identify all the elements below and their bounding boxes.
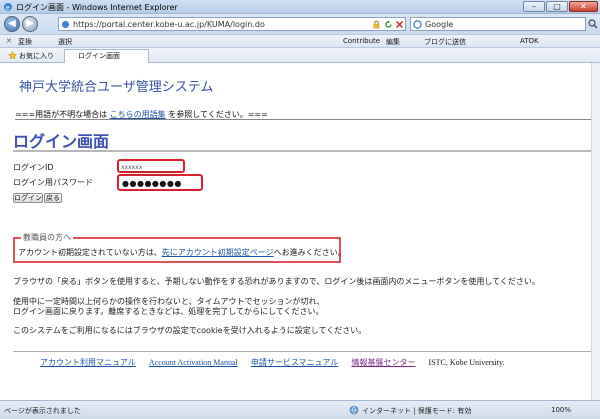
minimize-button[interactable]: – — [523, 1, 545, 12]
footer: アカウント利用マニュアル Account Activation Manual 申… — [40, 357, 504, 368]
staff-notice-text: アカウント初期設定されていない方は、先にアカウント初期設定ページへお進みください… — [18, 247, 346, 258]
svg-text:e: e — [6, 4, 10, 12]
window-title: ログイン画面 - Windows Internet Explorer — [16, 3, 178, 12]
back-button-warning: ブラウザの「戻る」ボタンを使用すると、予期しない動作をする恐れがありますので、ロ… — [13, 277, 540, 286]
site-title: 神戸大学統合ユーザ管理システム — [19, 80, 214, 95]
page-title: ログイン画面 — [13, 132, 110, 151]
password-field-highlight — [117, 174, 203, 191]
divider — [13, 150, 591, 152]
footer-divider — [13, 351, 591, 352]
toolbar-select[interactable]: 選択 — [58, 37, 72, 47]
toolbar: ✕ 変換 選択 Contribute 編集 ブログに送信 ATOK — [0, 34, 600, 48]
security-zone: インターネット | 保護モード: 有効 — [362, 407, 472, 415]
password-label: ログイン用パスワード — [13, 178, 93, 187]
tab-title: ログイン画面 — [78, 52, 120, 60]
star-icon — [8, 51, 17, 60]
search-placeholder: Google — [425, 20, 454, 29]
staff-notice-legend: 教職員の方へ — [21, 232, 73, 243]
zoom-level[interactable]: 100% — [551, 406, 571, 414]
google-icon — [413, 20, 422, 29]
uid-input[interactable] — [121, 162, 181, 172]
back-button[interactable]: ◀ — [4, 16, 20, 32]
account-setup-link[interactable]: 先にアカウント初期設定ページ — [162, 248, 274, 257]
address-url: https://portal.center.kobe-u.ac.jp/KUMA/… — [73, 20, 265, 29]
toolbar-convert[interactable]: 変換 — [18, 37, 32, 47]
staff-prefix: アカウント初期設定されていない方は、 — [18, 248, 162, 257]
notice-suffix: を参照してください。=== — [168, 110, 268, 119]
lock-icon — [373, 20, 380, 29]
search-box[interactable]: Google — [410, 17, 586, 31]
maximize-button[interactable]: □ — [546, 1, 568, 12]
window-titlebar: e ログイン画面 - Windows Internet Explorer – □… — [0, 0, 600, 14]
toolbar-edit[interactable]: 編集 — [386, 37, 400, 47]
notice-prefix: ===用語が不明な場合は — [15, 110, 108, 119]
status-message: ページが表示されました — [4, 407, 81, 415]
stop-icon[interactable] — [395, 20, 404, 29]
vertical-scrollbar[interactable] — [591, 63, 600, 400]
toolbar-contribute[interactable]: Contribute — [343, 37, 380, 45]
toolbar-close-icon[interactable]: ✕ — [6, 37, 12, 45]
divider — [15, 119, 591, 120]
service-manual-link[interactable]: 申請サービスマニュアル — [251, 358, 339, 367]
glossary-link[interactable]: こちらの用語集 — [110, 110, 166, 119]
staff-suffix: へお進みください。 — [273, 248, 346, 257]
toolbar-atok[interactable]: ATOK — [520, 37, 539, 45]
uid-label: ログインID — [13, 163, 54, 172]
refresh-icon[interactable] — [384, 20, 393, 29]
page-icon — [61, 20, 70, 29]
ie-app-icon: e — [4, 3, 12, 12]
login-button[interactable]: ログイン — [13, 193, 43, 203]
navigation-bar: ◀ ▶ https://portal.center.kobe-u.ac.jp/K… — [0, 14, 600, 34]
cookie-notice: このシステムをご利用になるにはブラウザの設定でcookieを受け入れるように設定… — [13, 326, 367, 335]
toolbar-blog-post[interactable]: ブログに送信 — [424, 37, 466, 47]
globe-icon — [349, 405, 359, 415]
uid-field-highlight — [117, 159, 185, 173]
account-manual-link[interactable]: アカウント利用マニュアル — [40, 358, 136, 367]
close-window-button[interactable]: ✕ — [569, 1, 598, 12]
favorites-bar: お気に入り ログイン画面 — [0, 48, 600, 63]
footer-credit: ISTC, Kobe University. — [428, 358, 505, 367]
activation-manual-link[interactable]: Account Activation Manual — [149, 358, 238, 367]
timeout-warning-2: ログイン画面に戻ります。離席するときなどは、処理を完了してからにしてください。 — [13, 307, 324, 316]
address-bar[interactable]: https://portal.center.kobe-u.ac.jp/KUMA/… — [58, 17, 406, 31]
forward-button[interactable]: ▶ — [22, 16, 38, 32]
back-page-button[interactable]: 戻る — [44, 193, 62, 203]
favorites-button[interactable]: お気に入り — [19, 51, 54, 61]
search-icon[interactable] — [588, 19, 598, 29]
password-input[interactable] — [122, 178, 200, 188]
istc-link[interactable]: 情報基盤センター — [351, 358, 415, 367]
status-bar: ページが表示されました インターネット | 保護モード: 有効 100% — [0, 400, 600, 419]
